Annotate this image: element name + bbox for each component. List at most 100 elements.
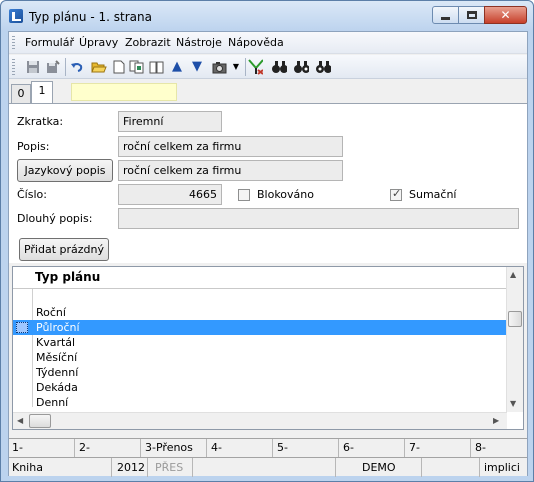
save-icon[interactable]	[25, 59, 41, 75]
binoculars-icon[interactable]	[271, 59, 287, 75]
typ-planu-column-header[interactable]: Typ plánu	[35, 270, 100, 284]
sumacni-label: Sumační	[409, 188, 457, 201]
arrow-up-icon[interactable]: ▲	[169, 59, 185, 75]
status-module: Kniha	[12, 461, 43, 474]
fkey-8[interactable]: 8-	[475, 441, 486, 454]
close-button[interactable]: ✕	[484, 6, 527, 24]
fkey-2[interactable]: 2-	[79, 441, 90, 454]
jazykovy-popis-field[interactable]: roční celkem za firmu	[118, 160, 343, 181]
save-as-icon[interactable]	[45, 59, 61, 75]
status-separator	[479, 458, 480, 477]
menu-napoveda[interactable]: Nápověda	[228, 36, 284, 49]
tab-1[interactable]: 1	[31, 81, 53, 103]
binoculars-next-icon[interactable]	[293, 59, 309, 75]
form-panel: Zkratka: Firemní Popis: roční celkem za …	[9, 103, 527, 263]
copy-icon[interactable]	[129, 59, 145, 75]
fkey-7[interactable]: 7-	[409, 441, 420, 454]
zkratka-field[interactable]: Firemní	[118, 111, 222, 132]
cislo-label: Číslo:	[17, 188, 47, 201]
horizontal-scrollbar[interactable]: ◀ ▶	[13, 412, 507, 429]
table-row-selected[interactable]: Půlroční	[13, 320, 507, 335]
status-pres: PŘES	[155, 461, 184, 474]
fkey-4[interactable]: 4-	[211, 441, 222, 454]
status-separator	[192, 458, 193, 477]
arrow-down-icon[interactable]: ▼	[189, 59, 205, 75]
status-separator	[111, 458, 112, 477]
title-bar[interactable]: Typ plánu - 1. strana ✕	[1, 1, 533, 31]
minimize-button[interactable]	[432, 6, 459, 24]
maximize-button[interactable]	[458, 6, 485, 24]
fkey-separator	[338, 439, 339, 457]
menu-grip	[12, 36, 15, 50]
book-icon[interactable]	[149, 59, 165, 75]
cislo-field[interactable]: 4665	[118, 184, 222, 205]
pridat-prazdny-button[interactable]: Přidat prázdný	[19, 238, 109, 261]
filter-icon[interactable]	[247, 59, 263, 75]
status-database: DEMO	[362, 461, 396, 474]
table-row[interactable]: Kvartál	[13, 335, 507, 350]
vertical-scrollbar[interactable]: ▲ ▼	[506, 267, 523, 412]
binoculars-prev-icon[interactable]	[315, 59, 331, 75]
fkey-1[interactable]: 1-	[12, 441, 23, 454]
table-row[interactable]: Denní	[13, 395, 507, 410]
row-label: Dekáda	[36, 381, 78, 394]
popis-field[interactable]: roční celkem za firmu	[118, 136, 343, 157]
client-area: Formulář Úpravy Zobrazit Nástroje Nápově…	[8, 31, 528, 477]
tab-strip: 0 1	[9, 81, 527, 103]
scroll-up-icon[interactable]: ▲	[510, 270, 516, 279]
row-label: Denní	[36, 396, 69, 409]
scroll-left-icon[interactable]: ◀	[17, 416, 23, 425]
menu-upravy[interactable]: Úpravy	[79, 36, 118, 49]
menu-zobrazit[interactable]: Zobrazit	[125, 36, 171, 49]
sumacni-checkbox[interactable]	[390, 187, 402, 201]
fkey-5[interactable]: 5-	[277, 441, 288, 454]
table-row[interactable]: Roční	[13, 305, 507, 320]
app-window: Typ plánu - 1. strana ✕ Formulář Úpravy …	[0, 0, 534, 482]
status-year: 2012	[117, 461, 145, 474]
status-separator	[335, 458, 336, 477]
fkey-separator	[140, 439, 141, 457]
horizontal-scroll-thumb[interactable]	[29, 414, 51, 428]
fkey-separator	[470, 439, 471, 457]
plan-type-grid: Typ plánu Roční Půlroční Kvartál Měsíční…	[12, 266, 524, 430]
table-row[interactable]: Týdenní	[13, 365, 507, 380]
camera-icon[interactable]	[212, 59, 228, 75]
window-controls: ✕	[432, 6, 527, 24]
menu-formular[interactable]: Formulář	[25, 36, 74, 49]
new-document-icon[interactable]	[111, 59, 127, 75]
scroll-down-icon[interactable]: ▼	[510, 399, 516, 408]
row-label: Kvartál	[36, 336, 76, 349]
scroll-right-icon[interactable]: ▶	[493, 416, 499, 425]
toolbar: ▲ ▼ ▼	[9, 55, 527, 79]
status-bar: Kniha 2012 PŘES DEMO implici	[9, 457, 527, 477]
status-separator	[421, 458, 422, 477]
tab-0[interactable]: 0	[11, 84, 31, 103]
dropdown-icon[interactable]: ▼	[228, 59, 244, 75]
maximize-icon	[466, 11, 477, 19]
table-row[interactable]: Dekáda	[13, 380, 507, 395]
popis-label: Popis:	[17, 140, 50, 153]
blokovano-checkbox[interactable]	[238, 189, 250, 201]
fkey-separator	[206, 439, 207, 457]
minimize-icon	[441, 16, 450, 20]
toolbar-separator	[65, 58, 66, 76]
toolbar-grip	[12, 59, 15, 75]
status-separator	[147, 458, 148, 477]
row-indicator	[16, 322, 28, 333]
tab-info-area	[71, 83, 177, 101]
open-folder-icon[interactable]	[91, 59, 107, 75]
fkey-separator	[404, 439, 405, 457]
menu-nastroje[interactable]: Nástroje	[176, 36, 222, 49]
dlouhy-popis-field[interactable]	[118, 208, 519, 229]
vertical-scroll-thumb[interactable]	[508, 311, 522, 327]
table-row[interactable]: Měsíční	[13, 350, 507, 365]
row-label: Týdenní	[36, 366, 79, 379]
fkey-6[interactable]: 6-	[343, 441, 354, 454]
jazykovy-popis-button[interactable]: Jazykový popis	[17, 159, 113, 182]
row-label: Půlroční	[36, 321, 80, 334]
blokovano-label: Blokováno	[257, 188, 314, 201]
undo-icon[interactable]	[69, 59, 85, 75]
status-mode: implici	[484, 461, 520, 474]
function-key-bar: 1- 2- 3-Přenos 4- 5- 6- 7- 8-	[9, 438, 527, 457]
fkey-3[interactable]: 3-Přenos	[145, 441, 193, 454]
